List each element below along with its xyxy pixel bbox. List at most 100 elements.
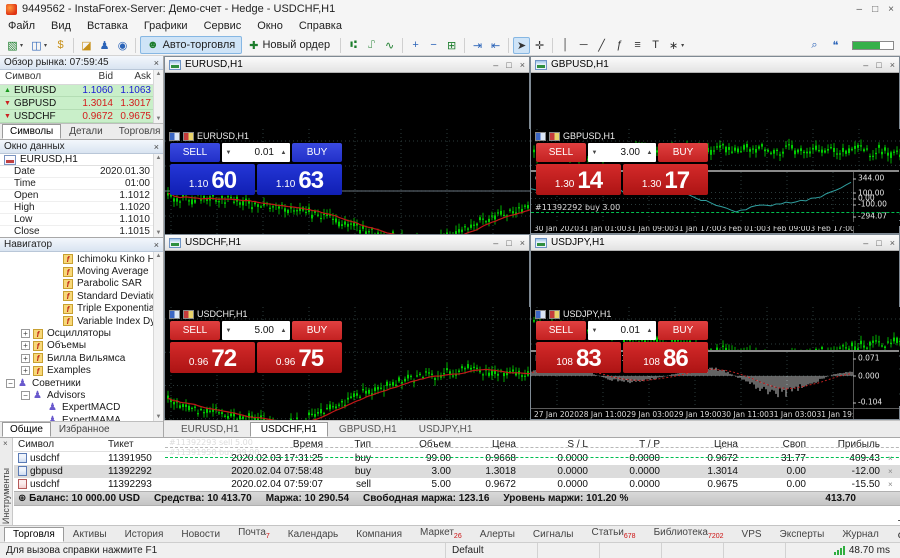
sell-price[interactable]: 1.1060 bbox=[170, 164, 255, 195]
buy-price[interactable]: 0.9675 bbox=[257, 342, 342, 373]
chart-close-icon[interactable]: × bbox=[520, 236, 525, 250]
chart-close-icon[interactable]: × bbox=[890, 236, 895, 250]
fibonacci-icon[interactable]: ƒ bbox=[611, 37, 628, 54]
chart-tab-usdjpy-h1[interactable]: USDJPY,H1 bbox=[408, 422, 484, 437]
menu-window[interactable]: Окно bbox=[249, 18, 291, 35]
tree-expand-icon[interactable]: + bbox=[21, 366, 30, 375]
sell-price[interactable]: 0.9672 bbox=[170, 342, 255, 373]
navigator-item[interactable]: fStandard Deviation bbox=[0, 290, 163, 302]
buy-button[interactable]: BUY bbox=[658, 143, 708, 162]
new-chart-dropdown-icon[interactable]: ▾ bbox=[20, 42, 27, 49]
chart-tab-gbpusd-h1[interactable]: GBPUSD,H1 bbox=[328, 422, 408, 437]
minimize-button[interactable]: – bbox=[857, 4, 863, 15]
sell-price[interactable]: 1.3014 bbox=[536, 164, 621, 195]
bottom-tab-маркет[interactable]: Маркет26 bbox=[411, 525, 471, 542]
chart-titlebar[interactable]: EURUSD,H1 – □ × bbox=[165, 57, 529, 73]
volume-down-icon[interactable]: ▼ bbox=[222, 328, 235, 334]
bottom-tab-торговля[interactable]: Торговля bbox=[4, 527, 64, 542]
tab-common[interactable]: Общие bbox=[2, 422, 51, 437]
navigator-icon[interactable]: ♟ bbox=[96, 37, 113, 54]
chat-icon[interactable]: ❝ bbox=[827, 37, 844, 54]
market-watch-row-gbpusd[interactable]: ▼GBPUSD 1.3014 1.3017 bbox=[0, 97, 163, 110]
bottom-tab-библиотека[interactable]: Библиотека7202 bbox=[645, 525, 733, 542]
navigator-item[interactable]: −♟Советники bbox=[0, 377, 163, 389]
terminal-icon[interactable]: ◉ bbox=[114, 37, 131, 54]
volume-up-icon[interactable]: ▲ bbox=[277, 328, 290, 334]
menu-help[interactable]: Справка bbox=[291, 18, 350, 35]
chart-close-icon[interactable]: × bbox=[890, 58, 895, 72]
menu-view[interactable]: Вид bbox=[43, 18, 79, 35]
bottom-tab-активы[interactable]: Активы bbox=[64, 527, 116, 542]
navigator-item[interactable]: ♟ExpertMACD bbox=[0, 402, 163, 414]
chart-close-icon[interactable]: × bbox=[520, 58, 525, 72]
profiles-dropdown-icon[interactable]: ▾ bbox=[44, 42, 51, 49]
tile-windows-icon[interactable]: ⊞ bbox=[443, 37, 460, 54]
navigator-item[interactable]: −♟Advisors bbox=[0, 389, 163, 401]
market-watch-row-eurusd[interactable]: ▲EURUSD 1.1060 1.1063 bbox=[0, 85, 163, 98]
chart-maximize-icon[interactable]: □ bbox=[506, 58, 511, 72]
navigator-close-icon[interactable]: × bbox=[154, 240, 159, 250]
tree-expand-icon[interactable]: + bbox=[21, 354, 30, 363]
maximize-button[interactable]: □ bbox=[872, 4, 878, 15]
navigator-item[interactable]: fMoving Average bbox=[0, 265, 163, 277]
volume-down-icon[interactable]: ▼ bbox=[588, 150, 601, 156]
volume-up-icon[interactable]: ▲ bbox=[643, 150, 656, 156]
chart-tab-eurusd-h1[interactable]: EURUSD,H1 bbox=[170, 422, 250, 437]
navigator-item[interactable]: +fБилла Вильямса bbox=[0, 352, 163, 364]
crosshair-icon[interactable]: ✛ bbox=[531, 37, 548, 54]
navigator-item[interactable]: fParabolic SAR bbox=[0, 278, 163, 290]
new-order-button[interactable]: ✚ Новый ордер bbox=[243, 36, 336, 54]
navigator-item[interactable]: fVariable Index Dynamic A bbox=[0, 315, 163, 327]
navigator-scrollbar[interactable]: ▲▼ bbox=[153, 252, 163, 421]
menu-tools[interactable]: Сервис bbox=[196, 18, 250, 35]
autotrade-button[interactable]: ☻ Авто-торговля bbox=[140, 36, 242, 54]
horizontal-line-icon[interactable]: ─ bbox=[575, 37, 592, 54]
bar-chart-icon[interactable]: ⑀ bbox=[363, 37, 380, 54]
navigator-item[interactable]: fTriple Exponential Movin bbox=[0, 303, 163, 315]
chart-window-usdjpy[interactable]: USDJPY,H1 – □ × USDJPY,H1 SELL ▼0.01▲ bbox=[530, 234, 900, 420]
menu-file[interactable]: Файл bbox=[0, 18, 43, 35]
navigator-item[interactable]: ♟ExpertMAMA bbox=[0, 414, 163, 421]
sell-button[interactable]: SELL bbox=[536, 321, 586, 340]
bottom-tab-журнал[interactable]: Журнал bbox=[833, 527, 888, 542]
line-chart-icon[interactable]: ∿ bbox=[381, 37, 398, 54]
chart-window-gbpusd[interactable]: GBPUSD,H1 – □ × GBPUSD,H1 SELL ▼3.00▲ bbox=[530, 56, 900, 234]
buy-button[interactable]: BUY bbox=[658, 321, 708, 340]
data-window-icon[interactable]: ◪ bbox=[78, 37, 95, 54]
chart-shift-icon[interactable]: ⇤ bbox=[487, 37, 504, 54]
profiles-icon[interactable]: ◫ bbox=[28, 37, 45, 54]
chart-minimize-icon[interactable]: – bbox=[863, 58, 868, 72]
tab-symbols[interactable]: Символы bbox=[2, 124, 61, 139]
volume-input[interactable]: ▼5.00▲ bbox=[222, 321, 290, 340]
volume-input[interactable]: ▼0.01▲ bbox=[222, 143, 290, 162]
bottom-tab-эксперты[interactable]: Эксперты bbox=[771, 527, 834, 542]
chart-minimize-icon[interactable]: – bbox=[493, 58, 498, 72]
data-window-close-icon[interactable]: × bbox=[154, 142, 159, 152]
menu-charts[interactable]: Графики bbox=[136, 18, 196, 35]
shapes-dropdown-icon[interactable]: ▾ bbox=[681, 42, 688, 49]
volume-input[interactable]: ▼3.00▲ bbox=[588, 143, 656, 162]
bottom-tab-статьи[interactable]: Статьи678 bbox=[582, 525, 644, 542]
bottom-tab-история[interactable]: История bbox=[116, 527, 173, 542]
trendline-icon[interactable]: ╱ bbox=[593, 37, 610, 54]
expand-icon[interactable]: ⊕ bbox=[18, 493, 26, 504]
trade-row[interactable]: usdchf113922932020.02.04 07:59:07sell5.0… bbox=[14, 478, 900, 491]
tree-expand-icon[interactable]: + bbox=[21, 341, 30, 350]
chart-titlebar[interactable]: GBPUSD,H1 – □ × bbox=[531, 57, 899, 73]
chart-minimize-icon[interactable]: – bbox=[863, 236, 868, 250]
sell-button[interactable]: SELL bbox=[170, 321, 220, 340]
buy-price[interactable]: 1.3017 bbox=[623, 164, 708, 195]
search-icon[interactable]: ⌕ bbox=[806, 37, 823, 54]
sell-button[interactable]: SELL bbox=[536, 143, 586, 162]
bottom-tab-алерты[interactable]: Алерты bbox=[471, 527, 524, 542]
close-trade-icon[interactable]: × bbox=[884, 467, 900, 476]
chart-maximize-icon[interactable]: □ bbox=[876, 58, 881, 72]
chart-maximize-icon[interactable]: □ bbox=[876, 236, 881, 250]
tree-expand-icon[interactable]: + bbox=[21, 329, 30, 338]
terminal-close-icon[interactable]: × bbox=[3, 439, 8, 448]
market-watch-icon[interactable]: $ bbox=[52, 37, 69, 54]
buy-button[interactable]: BUY bbox=[292, 321, 342, 340]
buy-price[interactable]: 10886 bbox=[623, 342, 708, 373]
navigator-item[interactable]: fIchimoku Kinko Hyo bbox=[0, 253, 163, 265]
autoscroll-icon[interactable]: ⇥ bbox=[469, 37, 486, 54]
